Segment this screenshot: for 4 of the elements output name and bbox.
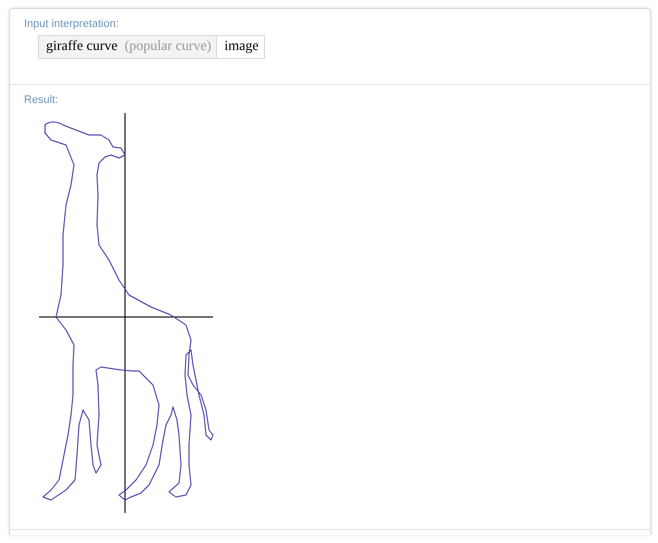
pod-title: Input interpretation: [24,18,120,30]
pod-title: Result: [24,94,60,106]
interpretation-cell: image [217,35,265,59]
interpretation-cell: giraffe curve (popular curve) [38,35,218,59]
